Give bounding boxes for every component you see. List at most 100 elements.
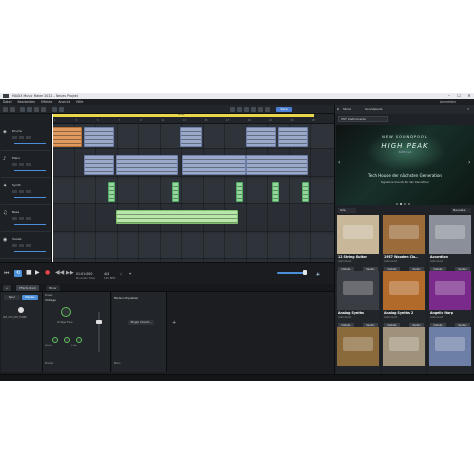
track-name[interactable]: Bass [12,210,19,214]
menu-ansicht[interactable]: Ansicht [58,100,70,104]
audio-clip[interactable] [182,154,246,175]
metronome-transport-icon[interactable]: ⌖ [129,271,131,277]
product-thumbnail[interactable] [383,271,425,310]
track-volume-slider[interactable] [14,224,46,225]
audio-clip[interactable] [84,127,114,147]
metronome-icon[interactable] [237,107,242,112]
product-thumbnail[interactable] [337,215,379,254]
track-volume-slider[interactable] [14,197,46,198]
audio-clip[interactable] [84,154,114,175]
mixer-icon[interactable] [265,107,270,112]
time-signature[interactable]: 4/4 [104,272,109,276]
audio-clip[interactable] [272,182,279,203]
solo-button[interactable] [19,244,24,247]
tempo-display[interactable]: 120 BPM [104,277,115,280]
mute-button[interactable] [12,217,17,220]
stop-icon[interactable]: ■ [26,270,32,276]
pointer-tool-icon[interactable] [20,107,25,112]
track-header[interactable]: ♪ Piano [1,153,51,178]
arm-button[interactable] [26,190,31,193]
panel-close-icon[interactable]: ✕ [467,107,470,111]
product-card[interactable] [428,327,472,381]
tab-soundpools[interactable]: Soundpools [365,107,382,111]
product-thumbnail[interactable] [337,271,379,310]
track-name[interactable]: Synth [12,183,21,187]
audio-clip[interactable] [108,182,115,203]
product-title[interactable]: Analog Synths [338,311,364,315]
tempo-icon[interactable]: ♩ [120,271,122,277]
product-thumbnail[interactable] [429,271,471,310]
back-icon[interactable]: ◀◀ [55,270,64,276]
filter-dropdown[interactable]: Alle [338,208,356,213]
arm-button[interactable] [26,217,31,220]
marker-icon[interactable] [258,107,263,112]
product-thumbnail[interactable] [429,215,471,254]
solo-button[interactable] [19,163,24,166]
menu-bearbeiten[interactable]: Bearbeiten [18,100,36,104]
track-header[interactable]: ◈ Drums [1,126,51,151]
solo-button[interactable] [19,217,24,220]
solo-button[interactable] [19,136,24,139]
track-name[interactable]: Piano [12,156,20,160]
tab-store[interactable]: Store [343,107,351,111]
arranger[interactable]: Loop 1 3 5 7 9 11 13 15 17 19 21 23 25 [52,113,334,262]
mute-button[interactable] [12,244,17,247]
loop-toggle-icon[interactable] [230,107,235,112]
zoom-icon[interactable] [59,107,64,112]
product-card[interactable] [382,327,426,381]
arm-button[interactable] [26,136,31,139]
loop-transport-icon[interactable]: ⟲ [14,270,22,277]
tab-master[interactable]: Master [22,295,38,300]
audio-clip[interactable] [52,127,82,147]
menu-hilfe[interactable]: Hilfe [76,100,83,104]
mute-button[interactable] [12,190,17,193]
solo-button[interactable] [19,190,24,193]
arm-button[interactable] [26,163,31,166]
audio-clip[interactable] [172,182,179,203]
promo-banner[interactable]: NEW SOUNDPOOL HIGH PEAK PART 1+2 Tech Ho… [336,125,474,205]
erase-tool-icon[interactable] [41,107,46,112]
audio-clip[interactable] [116,209,238,224]
audio-clip[interactable] [116,154,178,175]
product-title[interactable]: Angelic Harp [430,311,453,315]
playhead[interactable] [52,114,53,262]
product-thumbnail[interactable] [337,327,379,366]
track-name[interactable]: Vocals [12,237,22,241]
arm-button[interactable] [26,244,31,247]
gain-fader-track[interactable] [98,312,100,352]
product-thumbnail[interactable] [429,327,471,366]
rewind-icon[interactable]: ⏮ [4,271,9,277]
track-volume-slider[interactable] [14,143,46,144]
master-volume-handle[interactable] [303,270,307,275]
audio-clip[interactable] [246,127,276,147]
audio-clip[interactable] [246,154,308,175]
save-button[interactable]: Save [276,107,292,112]
product-title[interactable]: 12 String Guitar [338,255,367,259]
track-header[interactable]: ✦ Synth [1,180,51,205]
low-knob[interactable] [52,337,58,343]
category-dropdown[interactable]: VST Instruments [338,116,388,122]
sort-dropdown[interactable]: Neueste [451,208,471,213]
banner-next-icon[interactable]: › [468,159,470,166]
product-thumbnail[interactable] [383,215,425,254]
mute-button[interactable] [12,163,17,166]
home-icon[interactable]: ⌂ [3,285,11,291]
redo-icon[interactable] [10,107,15,112]
settings-icon[interactable] [244,107,249,112]
banner-dots[interactable] [396,201,416,205]
draw-tool-icon[interactable] [34,107,39,112]
product-title[interactable]: Accordion [430,255,448,259]
audio-clip[interactable] [236,182,243,203]
snap-icon[interactable] [52,107,57,112]
cut-tool-icon[interactable] [27,107,32,112]
tab-effects-rack[interactable]: Effects Rack [16,285,40,291]
track-header[interactable]: ◉ Vocals [1,234,51,259]
forward-icon[interactable]: ▶▶ [66,270,74,276]
view-icon[interactable] [251,107,256,112]
gain-fader-handle[interactable] [96,320,102,324]
product-title[interactable]: Analog Synths 2 [384,311,413,315]
tab-track[interactable]: Spur [4,295,20,300]
mid-knob[interactable] [64,337,70,343]
record-icon[interactable]: ● [45,270,50,276]
mute-button[interactable] [12,136,17,139]
